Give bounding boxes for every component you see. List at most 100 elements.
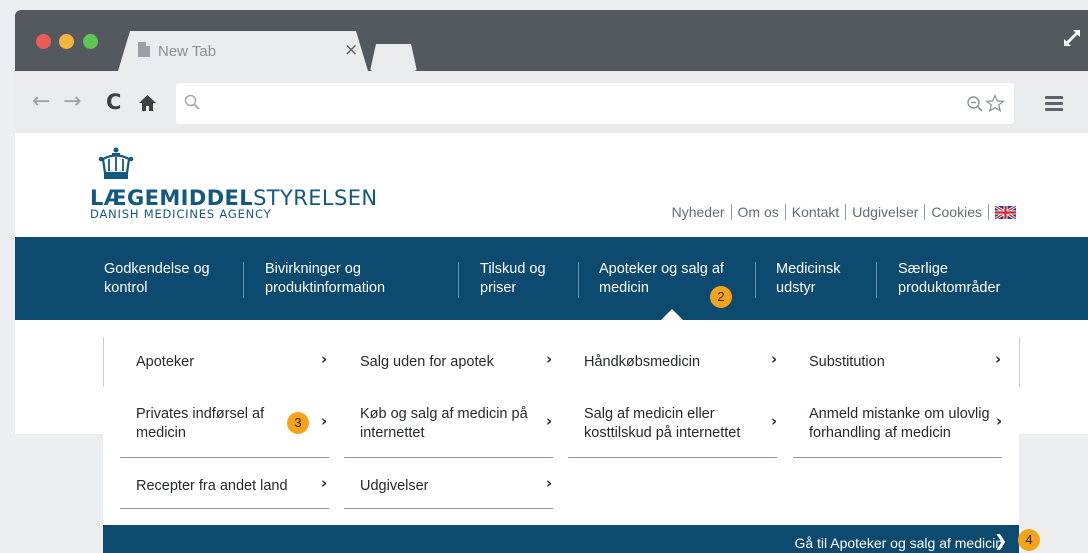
menu-link-line: Recepter fra andet land: [136, 478, 288, 494]
chevron-right-icon: ›: [771, 350, 778, 368]
mega-menu-border-right: [1019, 337, 1020, 387]
menu-link-anmeld-mistanke[interactable]: Anmeld mistanke om ulovlig forhandling a…: [809, 405, 990, 443]
utility-link-kontakt[interactable]: Kontakt: [792, 204, 839, 220]
menu-link-line: internettet: [360, 425, 425, 441]
uk-flag-icon[interactable]: [995, 205, 1016, 219]
menu-link-line: Substitution: [809, 354, 885, 370]
utility-links: Nyheder Om os Kontakt Udgivelser Cookies: [672, 204, 1016, 220]
nav-item-line: Apoteker og salg af: [599, 261, 724, 277]
menu-link-line: Privates indførsel af: [136, 406, 265, 422]
nav-item-line: medicin: [599, 280, 649, 296]
chevron-right-icon: ›: [996, 412, 1003, 430]
nav-divider: [876, 262, 877, 298]
annotation-badge: 2: [710, 286, 732, 308]
browser-menu-icon[interactable]: [1045, 96, 1063, 114]
menu-link-udgivelser[interactable]: Udgivelser: [360, 477, 429, 496]
chevron-right-icon: ›: [546, 412, 553, 430]
nav-item-line: kontrol: [104, 280, 148, 296]
utility-link-om-os[interactable]: Om os: [738, 204, 779, 220]
menu-link-apoteker[interactable]: Apoteker: [136, 353, 194, 372]
utility-link-cookies[interactable]: Cookies: [931, 204, 982, 220]
nav-divider: [578, 262, 579, 298]
page-background-right: [1019, 320, 1088, 434]
menu-link-line: Anmeld mistanke om ulovlig: [809, 406, 990, 422]
utility-link-nyheder[interactable]: Nyheder: [672, 204, 725, 220]
bookmark-star-icon[interactable]: [985, 94, 1005, 113]
new-tab-button[interactable]: [370, 44, 417, 71]
page-background-left: [15, 320, 103, 434]
chevron-right-icon: ›: [995, 350, 1002, 368]
chevron-right-icon: ›: [321, 412, 328, 430]
nav-divider: [755, 262, 756, 298]
menu-item-divider: [120, 457, 329, 458]
window-zoom-button[interactable]: [83, 34, 98, 49]
menu-link-recepter[interactable]: Recepter fra andet land: [136, 477, 288, 496]
menu-link-haandkoebsmedicin[interactable]: Håndkøbsmedicin: [584, 353, 700, 372]
nav-item-line: produktinformation: [265, 280, 386, 296]
utility-link-udgivelser[interactable]: Udgivelser: [852, 204, 918, 220]
chevron-right-icon: ›: [771, 412, 778, 430]
menu-link-line: forhandling af medicin: [809, 425, 951, 441]
browser-tab[interactable]: [118, 31, 368, 71]
nav-item-medicinsk-udstyr[interactable]: Medicinsk udstyr: [776, 260, 840, 298]
forward-arrow-icon[interactable]: →: [63, 89, 81, 114]
menu-link-line: kosttilskud på internettet: [584, 425, 741, 441]
goto-chevron-icon: ❯: [994, 531, 1008, 550]
utility-separator: [924, 204, 926, 220]
menu-link-line: Salg uden for apotek: [360, 354, 494, 370]
back-arrow-icon[interactable]: ←: [32, 89, 50, 114]
window-close-button[interactable]: [36, 34, 51, 49]
menu-item-divider: [793, 457, 1002, 458]
mega-menu-border-left: [103, 337, 104, 387]
address-bar[interactable]: [176, 83, 1014, 124]
agency-logo-subtitle: DANISH MEDICINES AGENCY: [90, 207, 272, 221]
home-icon[interactable]: [138, 94, 157, 112]
annotation-badge: 3: [287, 412, 309, 434]
tab-close-icon[interactable]: ×: [344, 40, 358, 60]
nav-item-apoteker[interactable]: Apoteker og salg af medicin: [599, 260, 724, 298]
utility-separator: [730, 204, 732, 220]
search-icon: [184, 94, 200, 110]
menu-link-line: medicin: [136, 425, 186, 441]
menu-link-koeb-og-salg[interactable]: Køb og salg af medicin på internettet: [360, 405, 528, 443]
nav-item-saerlige[interactable]: Særlige produktområder: [898, 260, 1000, 298]
screenshot-stage: New Tab × ← → C LÆGEMIDDELSTYRELSEN DANI…: [0, 0, 1088, 553]
nav-item-line: Godkendelse og: [104, 261, 210, 277]
menu-item-divider: [344, 457, 553, 458]
nav-item-godkendelse[interactable]: Godkendelse og kontrol: [104, 260, 210, 298]
site-header: [15, 133, 1088, 237]
menu-item-divider: [344, 508, 553, 509]
menu-item-divider: [120, 508, 329, 509]
nav-item-tilskud[interactable]: Tilskud og priser: [480, 260, 546, 298]
menu-link-line: Udgivelser: [360, 478, 429, 494]
nav-divider: [458, 262, 459, 298]
goto-section-link[interactable]: Gå til Apoteker og salg af medicin: [794, 535, 1003, 551]
reload-icon[interactable]: C: [106, 90, 121, 114]
menu-link-privates-indfoersel[interactable]: Privates indførsel af medicin: [136, 405, 264, 443]
nav-item-line: priser: [480, 280, 517, 296]
menu-link-line: Håndkøbsmedicin: [584, 354, 701, 370]
page-icon: [138, 42, 150, 57]
menu-link-salg-uden-for-apotek[interactable]: Salg uden for apotek: [360, 353, 494, 372]
nav-item-bivirkninger[interactable]: Bivirkninger og produktinformation: [265, 260, 385, 298]
nav-divider: [243, 262, 244, 298]
nav-item-line: Tilskud og: [480, 261, 546, 277]
menu-link-substitution[interactable]: Substitution: [809, 353, 885, 372]
menu-link-line: Apoteker: [136, 354, 195, 370]
menu-link-line: Køb og salg af medicin på: [360, 406, 528, 422]
menu-link-salg-af-medicin-internettet[interactable]: Salg af medicin eller kosttilskud på int…: [584, 405, 740, 443]
menu-item-divider: [568, 457, 777, 458]
crown-logo-icon: [98, 147, 134, 179]
utility-separator: [988, 204, 989, 220]
chevron-right-icon: ›: [546, 474, 553, 492]
active-nav-pointer: [661, 309, 683, 320]
fullscreen-expand-icon[interactable]: [1062, 28, 1082, 48]
chevron-right-icon: ›: [546, 350, 553, 368]
window-minimize-button[interactable]: [59, 34, 74, 49]
zoom-out-icon[interactable]: [966, 95, 984, 113]
nav-item-line: produktområder: [898, 280, 1001, 296]
nav-item-line: Medicinsk: [776, 261, 841, 277]
nav-item-line: Særlige: [898, 261, 948, 277]
utility-separator: [845, 204, 847, 220]
menu-link-line: Salg af medicin eller: [584, 406, 715, 422]
